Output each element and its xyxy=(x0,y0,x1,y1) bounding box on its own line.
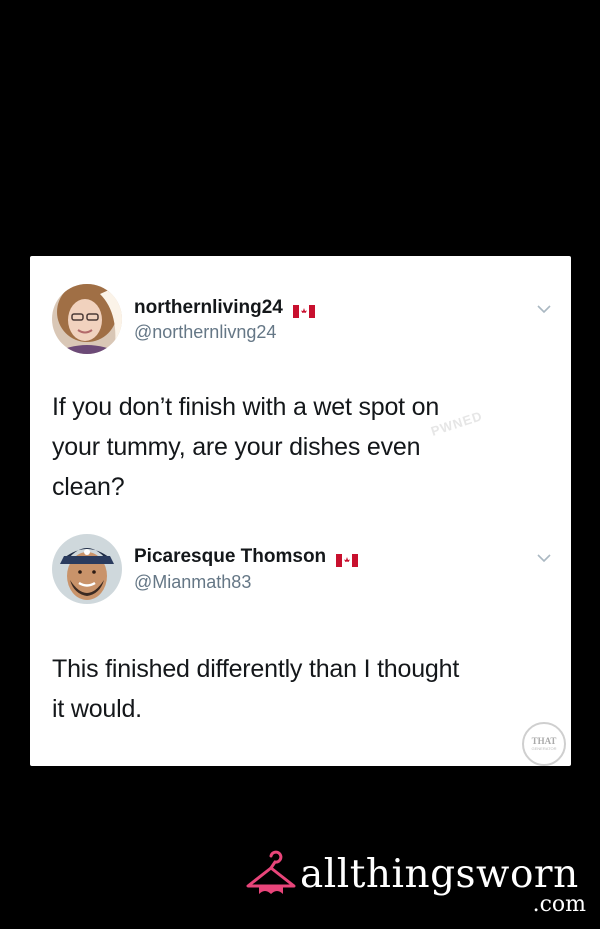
tweet-text-line: your tummy, are your dishes even xyxy=(52,433,421,461)
brand-name: allthingsworn xyxy=(300,852,579,897)
tweet-text-line: clean? xyxy=(52,473,125,501)
woman-avatar-icon xyxy=(52,284,122,354)
tweet-text-line: This finished differently than I thought xyxy=(52,655,460,683)
screenshot-card: northernliving24 @northernlivng24 If you… xyxy=(30,256,571,766)
chevron-down-icon[interactable] xyxy=(537,304,551,314)
user-avatar[interactable] xyxy=(52,534,122,604)
author-row: northernliving24 xyxy=(134,297,315,319)
canada-flag-icon xyxy=(336,551,359,567)
man-avatar-icon xyxy=(52,534,122,604)
user-avatar[interactable] xyxy=(52,284,122,354)
chevron-down-icon[interactable] xyxy=(537,553,551,563)
tweet-text: If you don’t finish with a wet spot on y… xyxy=(52,387,552,507)
canada-flag-icon xyxy=(292,302,315,318)
seal-subtitle: GENERATOR xyxy=(531,746,557,751)
tweet-text-line: it would. xyxy=(52,695,142,723)
display-name[interactable]: northernliving24 xyxy=(134,297,283,319)
that-generator-seal: THAT GENERATOR xyxy=(522,722,566,766)
hanger-icon xyxy=(246,850,296,894)
display-name[interactable]: Picaresque Thomson xyxy=(134,546,326,568)
handle[interactable]: @northernlivng24 xyxy=(134,322,276,343)
seal-title: THAT xyxy=(531,736,557,746)
author-row: Picaresque Thomson xyxy=(134,546,359,568)
handle[interactable]: @Mianmath83 xyxy=(134,572,251,593)
allthingsworn-logo[interactable]: allthingsworn .com xyxy=(245,846,590,918)
tweet-text: This finished differently than I thought… xyxy=(52,649,562,729)
brand-tld: .com xyxy=(532,892,586,917)
